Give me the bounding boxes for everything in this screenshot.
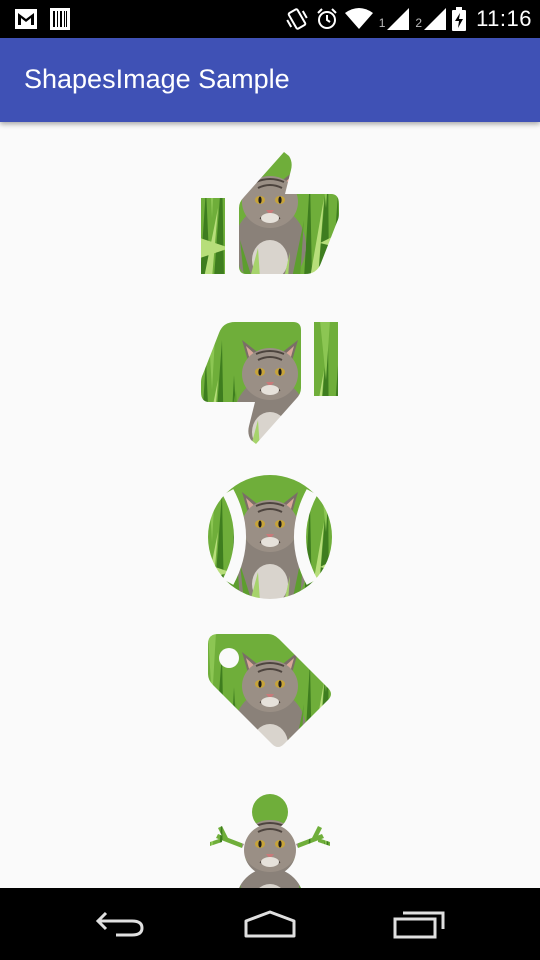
signal-sim2-icon bbox=[424, 8, 447, 30]
wifi-icon bbox=[344, 8, 373, 29]
back-icon bbox=[95, 911, 144, 937]
back-button[interactable] bbox=[70, 888, 170, 960]
recents-icon bbox=[393, 911, 445, 939]
tag-shape-image bbox=[208, 634, 331, 747]
status-time: 11:16 bbox=[476, 6, 532, 31]
gmail-icon bbox=[15, 9, 37, 29]
status-bar: 1 2 11:16 bbox=[0, 0, 540, 38]
home-icon bbox=[244, 910, 296, 938]
sim1-label: 1 bbox=[378, 16, 386, 30]
app-title: ShapesImage Sample bbox=[24, 64, 290, 94]
tennis-ball-shape-image bbox=[208, 475, 332, 599]
battery-charging-icon bbox=[452, 7, 467, 31]
shapes-list[interactable] bbox=[0, 122, 540, 888]
barcode-icon bbox=[50, 8, 70, 30]
snowman-shape-image bbox=[210, 794, 330, 888]
thumbs-up-shape-image bbox=[201, 152, 339, 274]
vibrate-icon bbox=[286, 8, 308, 30]
app-bar: ShapesImage Sample bbox=[0, 38, 540, 122]
navigation-bar bbox=[0, 888, 540, 960]
recents-button[interactable] bbox=[370, 888, 470, 960]
status-bar-right: 1 2 11:16 bbox=[285, 4, 532, 34]
status-bar-left bbox=[14, 8, 70, 30]
home-button[interactable] bbox=[220, 888, 320, 960]
signal-sim1-icon bbox=[387, 8, 410, 30]
thumbs-down-shape-image bbox=[201, 322, 338, 444]
sim2-label: 2 bbox=[415, 16, 423, 30]
alarm-icon bbox=[316, 8, 337, 29]
